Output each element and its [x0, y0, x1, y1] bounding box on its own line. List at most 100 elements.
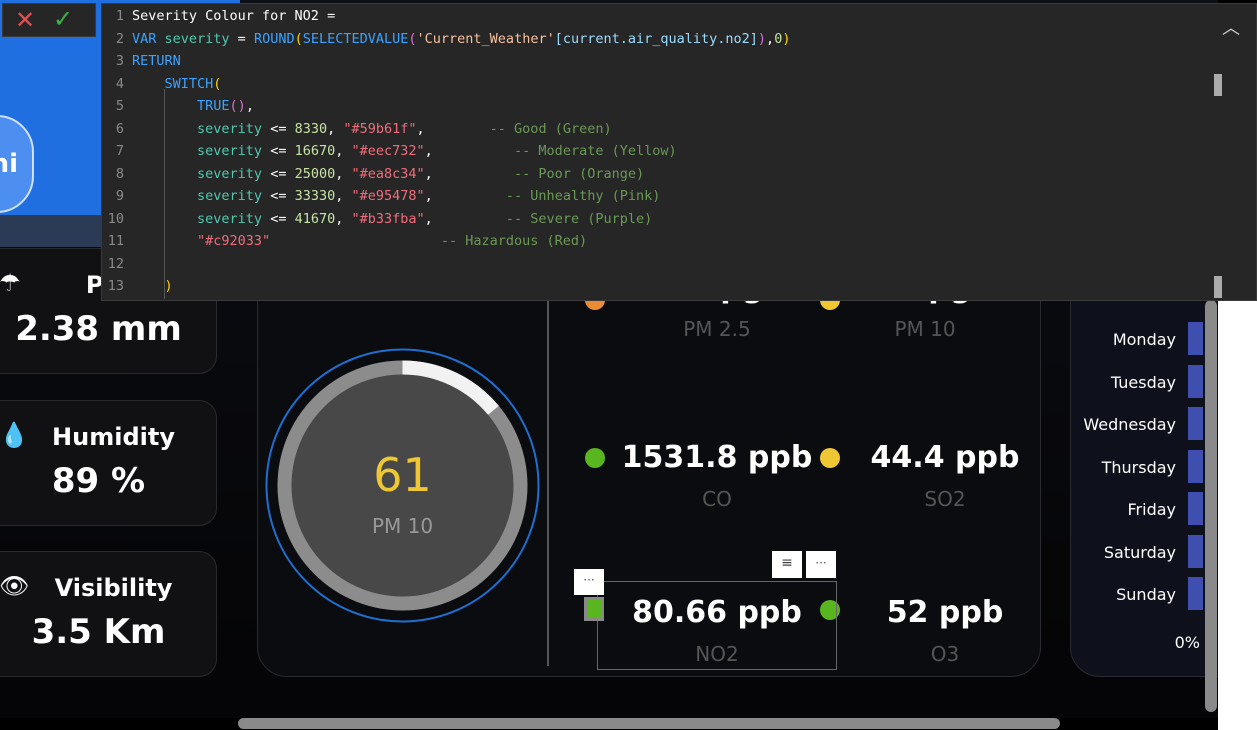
line-number: 11 — [107, 233, 124, 249]
x-icon[interactable]: ✕ — [15, 6, 35, 34]
code-token: <= — [262, 188, 295, 204]
day-bar[interactable] — [1188, 492, 1203, 525]
code-token: , — [327, 120, 344, 137]
visual-more-options-button[interactable]: ··· — [806, 551, 836, 578]
line-number: 3 — [115, 53, 124, 69]
code-line[interactable]: SWITCH( — [132, 76, 222, 92]
code-token: severity — [197, 210, 263, 227]
code-line[interactable]: Severity Colour for NO2 = — [132, 8, 335, 24]
line-number: 9 — [115, 188, 124, 204]
code-token: <= — [262, 120, 295, 137]
dax-formula-editor[interactable]: 1 Severity Colour for NO2 = 2 VAR severity … — [101, 3, 1257, 301]
code-token: <= — [262, 210, 295, 227]
pollutant-so2[interactable]: 44.4 ppb SO2 — [825, 440, 1065, 511]
code-token: ROUND — [253, 30, 295, 47]
code-token: "#59b61f" — [343, 120, 417, 137]
chevron-up-icon[interactable]: ︿ — [1222, 14, 1240, 40]
right-margin — [1218, 300, 1257, 730]
code-token: 8330 — [294, 120, 328, 137]
line-number: 13 — [107, 278, 124, 294]
vertical-scrollbar[interactable] — [1205, 300, 1217, 712]
code-line[interactable]: severity <= 41670, "#b33fba", -- Severe … — [132, 211, 652, 227]
day-label: Tuesday — [1110, 372, 1176, 392]
code-token: , — [245, 98, 254, 114]
editor-scroll-thumb-bottom[interactable] — [1214, 276, 1222, 298]
code-token: SELECTEDVALUE — [302, 30, 409, 47]
code-token: 'Current_Weather' — [416, 30, 555, 47]
day-label: Saturday — [1103, 542, 1176, 562]
code-token: ( — [294, 30, 303, 47]
day-bar[interactable] — [1188, 577, 1203, 610]
day-label: Monday — [1112, 330, 1176, 349]
code-token: , — [424, 165, 515, 182]
code-token: <= — [262, 165, 295, 182]
code-line[interactable]: severity <= 16670, "#eec732", -- Moderat… — [132, 143, 677, 159]
code-token: 33330 — [294, 188, 336, 204]
horizontal-scrollbar[interactable] — [238, 718, 1060, 729]
code-line[interactable]: VAR severity = ROUND(SELECTEDVALUE('Curr… — [132, 31, 790, 47]
pollutant-co[interactable]: 1531.8 ppb CO — [597, 440, 837, 511]
line-number: 4 — [115, 75, 124, 92]
pollutant-label: PM 10 — [894, 317, 956, 341]
line-number: 10 — [107, 210, 124, 227]
code-token: VAR — [132, 30, 165, 47]
code-line[interactable]: severity <= 25000, "#ea8c34", -- Poor (O… — [132, 166, 644, 182]
day-bar[interactable] — [1188, 407, 1203, 440]
code-token: , — [424, 188, 506, 204]
code-token: -- Good (Green) — [489, 120, 612, 137]
code-token: ) — [782, 30, 791, 47]
axis-label: 0% — [1174, 633, 1200, 652]
code-token: -- Unhealthy (Pink) — [505, 188, 661, 204]
card-value: 3.5 Km — [31, 612, 166, 652]
pollutant-label: O3 — [930, 642, 960, 666]
code-token: TRUE — [197, 98, 230, 114]
code-token: <= — [262, 143, 295, 159]
code-token: -- Hazardous (Red) — [440, 233, 588, 249]
code-line[interactable]: ) — [132, 278, 173, 294]
code-line[interactable]: severity <= 8330, "#59b61f", -- Good (Gr… — [132, 121, 612, 137]
code-token: "#eec732" — [351, 143, 425, 159]
code-token: , — [416, 120, 490, 137]
code-line[interactable]: TRUE(), — [132, 98, 254, 114]
day-bar[interactable] — [1188, 322, 1203, 355]
day-label: Thursday — [1101, 457, 1176, 477]
code-token: ) — [757, 30, 767, 47]
day-label: Sunday — [1116, 585, 1176, 604]
day-bar[interactable] — [1188, 534, 1203, 568]
pollutant-value: 52 ppb — [886, 595, 1004, 630]
more-options-button[interactable]: ··· — [574, 569, 604, 595]
conditional-indicator-icon — [584, 597, 604, 621]
filter-icon[interactable]: ≡ — [772, 551, 802, 578]
line-number: 7 — [115, 143, 124, 159]
code-token: Severity Colour for NO2 = — [132, 8, 336, 24]
code-token: , — [335, 188, 352, 204]
severity-dot — [820, 448, 840, 468]
check-icon[interactable]: ✓ — [53, 5, 73, 33]
code-token: "#c92033" — [197, 233, 271, 249]
gauge-label: PM 10 — [371, 514, 434, 538]
code-token: ( — [408, 30, 417, 47]
day-bar[interactable] — [1188, 364, 1203, 398]
code-line[interactable]: severity <= 33330, "#e95478", -- Unhealt… — [132, 188, 660, 204]
card-title: Humidity — [52, 423, 175, 451]
humidity-card: 💧 Humidity 89 % — [0, 400, 217, 526]
code-token: RETURN — [132, 53, 181, 69]
code-line[interactable]: RETURN — [132, 53, 181, 69]
selected-visual-frame[interactable] — [597, 581, 837, 670]
line-number: 8 — [115, 165, 124, 182]
indent-guide — [164, 89, 165, 299]
pollutant-o3[interactable]: 52 ppb O3 — [825, 595, 1065, 666]
pollutant-label: SO2 — [924, 487, 966, 511]
code-token: () — [229, 98, 246, 114]
gauge-value: 61 — [373, 448, 432, 502]
code-line[interactable]: "#c92033" -- Hazardous (Red) — [132, 233, 587, 249]
editor-scroll-thumb[interactable] — [1214, 74, 1222, 96]
code-token: , — [424, 143, 515, 159]
code-token: severity — [197, 120, 263, 137]
day-bar[interactable] — [1188, 449, 1203, 483]
code-token: , — [335, 210, 352, 227]
day-label: Friday — [1127, 500, 1177, 519]
visibility-card: 👁 Visibility 3.5 Km — [0, 551, 217, 677]
